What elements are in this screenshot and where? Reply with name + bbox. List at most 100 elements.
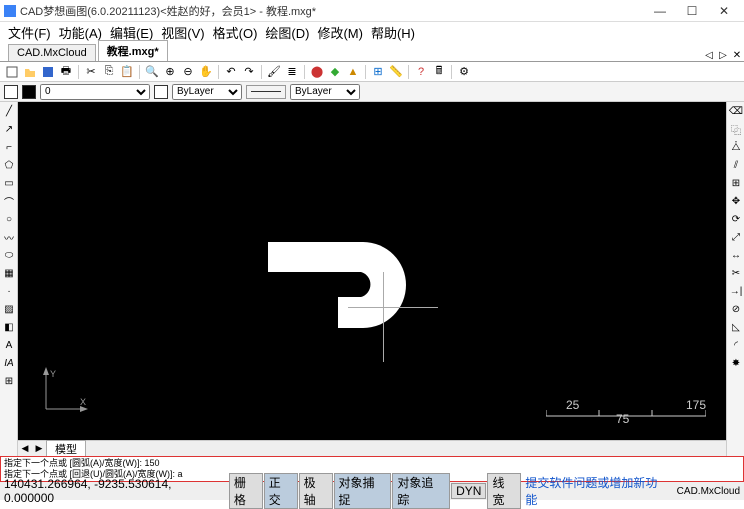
dim-icon[interactable]: ⊞: [370, 64, 386, 80]
new-icon[interactable]: [4, 64, 20, 80]
polyline-icon[interactable]: ⌐: [1, 139, 17, 155]
break-icon[interactable]: ⊘: [728, 301, 744, 317]
xline-icon[interactable]: ↗: [1, 121, 17, 137]
redo-icon[interactable]: ↷: [241, 64, 257, 80]
array-icon[interactable]: ⊞: [728, 175, 744, 191]
line-icon[interactable]: ╱: [1, 103, 17, 119]
ellipse-icon[interactable]: ⬭: [1, 247, 17, 263]
status-dyn[interactable]: DYN: [451, 483, 486, 499]
menu-file[interactable]: 文件(F): [4, 23, 55, 42]
match-icon[interactable]: 🖌: [266, 64, 282, 80]
tab-next[interactable]: ▷: [716, 50, 730, 61]
move-icon[interactable]: ✥: [728, 193, 744, 209]
svg-text:X: X: [80, 397, 86, 407]
standard-toolbar: 🖶 ✂ ⎘ 📋 🔍 ⊕ ⊖ ✋ ↶ ↷ 🖌 ≣ ⬤ ◆ ▲ ⊞ 📏 ? 🖩 ⚙: [0, 62, 744, 82]
color-swatch-black[interactable]: [22, 85, 36, 99]
tab-prev[interactable]: ◁: [702, 50, 716, 61]
status-lwt[interactable]: 线宽: [487, 473, 521, 509]
scale-icon[interactable]: ⤢: [728, 229, 744, 245]
zoom-out-icon[interactable]: ⊖: [180, 64, 196, 80]
save-icon[interactable]: [40, 64, 56, 80]
minimize-button[interactable]: —: [644, 1, 676, 21]
measure-icon[interactable]: 📏: [388, 64, 404, 80]
paste-icon[interactable]: 📋: [119, 64, 135, 80]
cut-icon[interactable]: ✂: [83, 64, 99, 80]
brand-label: CAD.MxCloud: [673, 486, 744, 497]
model-tab[interactable]: 模型: [46, 440, 86, 458]
polyline-shape: [268, 242, 418, 332]
point-icon[interactable]: ·: [1, 283, 17, 299]
menu-help[interactable]: 帮助(H): [367, 23, 419, 42]
extend-icon[interactable]: →|: [728, 283, 744, 299]
document-tabs: CAD.MxCloud 教程.mxg* ◁ ▷ ✕: [0, 42, 744, 62]
mirror-icon[interactable]: ⧊: [728, 139, 744, 155]
menu-draw[interactable]: 绘图(D): [261, 23, 313, 42]
stretch-icon[interactable]: ↔: [728, 247, 744, 263]
svg-text:Y: Y: [50, 369, 56, 379]
status-ortho[interactable]: 正交: [264, 473, 298, 509]
table-icon[interactable]: ⊞: [1, 373, 17, 389]
canvas-wrap: YX 25 75 175 ◀ ▶ 模型: [18, 102, 726, 456]
status-grid[interactable]: 栅格: [229, 473, 263, 509]
properties-toolbar: 0 ByLayer ByLayer: [0, 82, 744, 102]
calc-icon[interactable]: 🖩: [431, 64, 447, 80]
tab-scroll-right[interactable]: ▶: [32, 443, 46, 454]
linetype-select[interactable]: ByLayer: [290, 84, 360, 100]
chamfer-icon[interactable]: ◺: [728, 319, 744, 335]
copy2-icon[interactable]: ⿻: [728, 121, 744, 137]
region-icon[interactable]: ◧: [1, 319, 17, 335]
linetype-preview[interactable]: [246, 85, 286, 99]
erase-icon[interactable]: ⌫: [728, 103, 744, 119]
block-icon[interactable]: ▦: [1, 265, 17, 281]
close-button[interactable]: ✕: [708, 1, 740, 21]
tab-close[interactable]: ✕: [730, 50, 744, 61]
zoom-icon[interactable]: 🔍: [144, 64, 160, 80]
color-select[interactable]: ByLayer: [172, 84, 242, 100]
tab-cloud[interactable]: CAD.MxCloud: [8, 44, 96, 61]
help-icon[interactable]: ?: [413, 64, 429, 80]
tool-a-icon[interactable]: ⬤: [309, 64, 325, 80]
fillet-icon[interactable]: ◜: [728, 337, 744, 353]
polygon-icon[interactable]: ⬠: [1, 157, 17, 173]
modify-toolbar: ⌫ ⿻ ⧊ ⫽ ⊞ ✥ ⟳ ⤢ ↔ ✂ →| ⊘ ◺ ◜ ✸: [726, 102, 744, 456]
offset-icon[interactable]: ⫽: [728, 157, 744, 173]
layer-select[interactable]: 0: [40, 84, 150, 100]
status-polar[interactable]: 极轴: [299, 473, 333, 509]
zoom-in-icon[interactable]: ⊕: [162, 64, 178, 80]
explode-icon[interactable]: ✸: [728, 355, 744, 371]
status-bar: 140431.266964, -9235.530614, 0.000000 栅格…: [0, 482, 744, 500]
mtext-icon[interactable]: IA: [1, 355, 17, 371]
open-icon[interactable]: [22, 64, 38, 80]
menu-edit[interactable]: 编辑(E): [106, 23, 157, 42]
coordinates: 140431.266964, -9235.530614, 0.000000: [0, 477, 228, 505]
trim-icon[interactable]: ✂: [728, 265, 744, 281]
undo-icon[interactable]: ↶: [223, 64, 239, 80]
tool-b-icon[interactable]: ◆: [327, 64, 343, 80]
text-icon[interactable]: A: [1, 337, 17, 353]
menu-view[interactable]: 视图(V): [157, 23, 208, 42]
layers-icon[interactable]: ≣: [284, 64, 300, 80]
tab-tutorial[interactable]: 教程.mxg*: [98, 40, 168, 61]
copy-icon[interactable]: ⎘: [101, 64, 117, 80]
tab-scroll-left[interactable]: ◀: [18, 443, 32, 454]
pan-icon[interactable]: ✋: [198, 64, 214, 80]
circle-icon[interactable]: ○: [1, 211, 17, 227]
drawing-canvas[interactable]: YX 25 75 175: [18, 102, 726, 440]
bylayer-swatch[interactable]: [154, 85, 168, 99]
print-icon[interactable]: 🖶: [58, 64, 74, 80]
rotate-icon[interactable]: ⟳: [728, 211, 744, 227]
rectangle-icon[interactable]: ▭: [1, 175, 17, 191]
color-swatch-white[interactable]: [4, 85, 18, 99]
arc-icon[interactable]: ⌒: [1, 193, 17, 209]
menu-format[interactable]: 格式(O): [209, 23, 262, 42]
status-otrack[interactable]: 对象追踪: [392, 473, 450, 509]
spline-icon[interactable]: 〰: [1, 229, 17, 245]
menu-modify[interactable]: 修改(M): [313, 23, 367, 42]
menu-function[interactable]: 功能(A): [55, 23, 106, 42]
settings-icon[interactable]: ⚙: [456, 64, 472, 80]
tool-c-icon[interactable]: ▲: [345, 64, 361, 80]
maximize-button[interactable]: ☐: [676, 1, 708, 21]
hatch-icon[interactable]: ▨: [1, 301, 17, 317]
status-osnap[interactable]: 对象捕捉: [334, 473, 392, 509]
feedback-link[interactable]: 提交软件问题或增加新功能: [521, 474, 672, 508]
